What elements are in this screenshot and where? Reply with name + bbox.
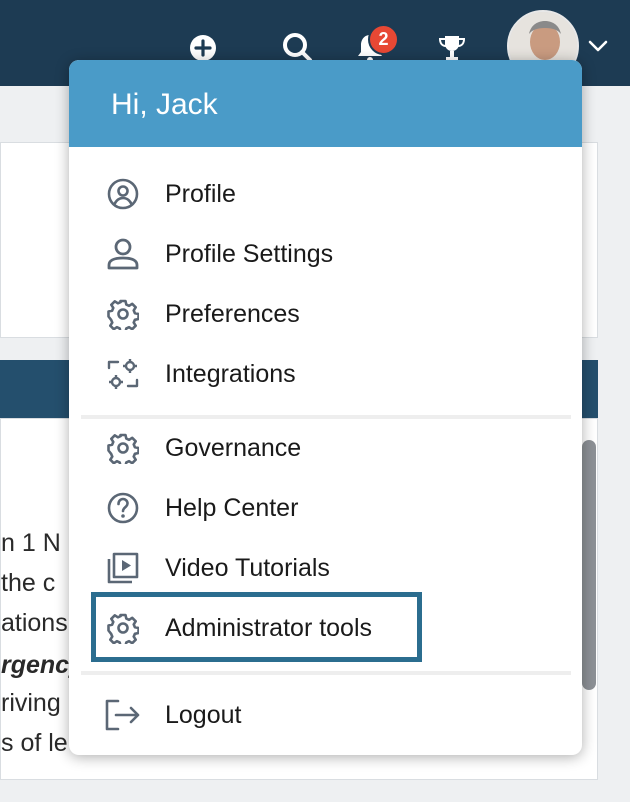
menu-item-video-tutorials[interactable]: Video Tutorials: [69, 540, 582, 596]
menu-item-label: Profile Settings: [165, 239, 334, 268]
menu-greeting: Hi, Jack: [69, 60, 582, 147]
help-icon: [104, 489, 142, 527]
menu-item-integrations[interactable]: Integrations: [69, 346, 582, 402]
video-icon: [104, 549, 142, 587]
chevron-down-icon[interactable]: [586, 34, 610, 58]
menu-item-help-center[interactable]: Help Center: [69, 480, 582, 536]
menu-item-label: Video Tutorials: [165, 553, 330, 582]
notification-badge[interactable]: 2: [368, 24, 399, 55]
profile-circle-icon: [104, 175, 142, 213]
highlight-frame: [91, 592, 422, 662]
menu-divider: [81, 671, 571, 675]
menu-item-label: Preferences: [165, 299, 300, 328]
menu-item-profile-settings[interactable]: Profile Settings: [69, 226, 582, 282]
logout-icon: [104, 696, 142, 734]
menu-divider: [81, 415, 571, 419]
user-dropdown-menu: Hi, Jack Profile Profile Settings Prefer…: [69, 60, 582, 755]
gear-icon: [104, 429, 142, 467]
scrollbar-thumb[interactable]: [582, 440, 596, 690]
menu-item-label: Help Center: [165, 493, 299, 522]
person-icon: [104, 235, 142, 273]
menu-item-label: Integrations: [165, 359, 296, 388]
menu-item-profile[interactable]: Profile: [69, 166, 582, 222]
gear-icon: [104, 295, 142, 333]
menu-item-label: Logout: [165, 700, 242, 729]
menu-item-logout[interactable]: Logout: [69, 687, 582, 743]
integrations-icon: [104, 355, 142, 393]
menu-item-label: Governance: [165, 433, 302, 462]
menu-item-governance[interactable]: Governance: [69, 420, 582, 476]
menu-item-preferences[interactable]: Preferences: [69, 286, 582, 342]
menu-item-label: Profile: [165, 179, 236, 208]
